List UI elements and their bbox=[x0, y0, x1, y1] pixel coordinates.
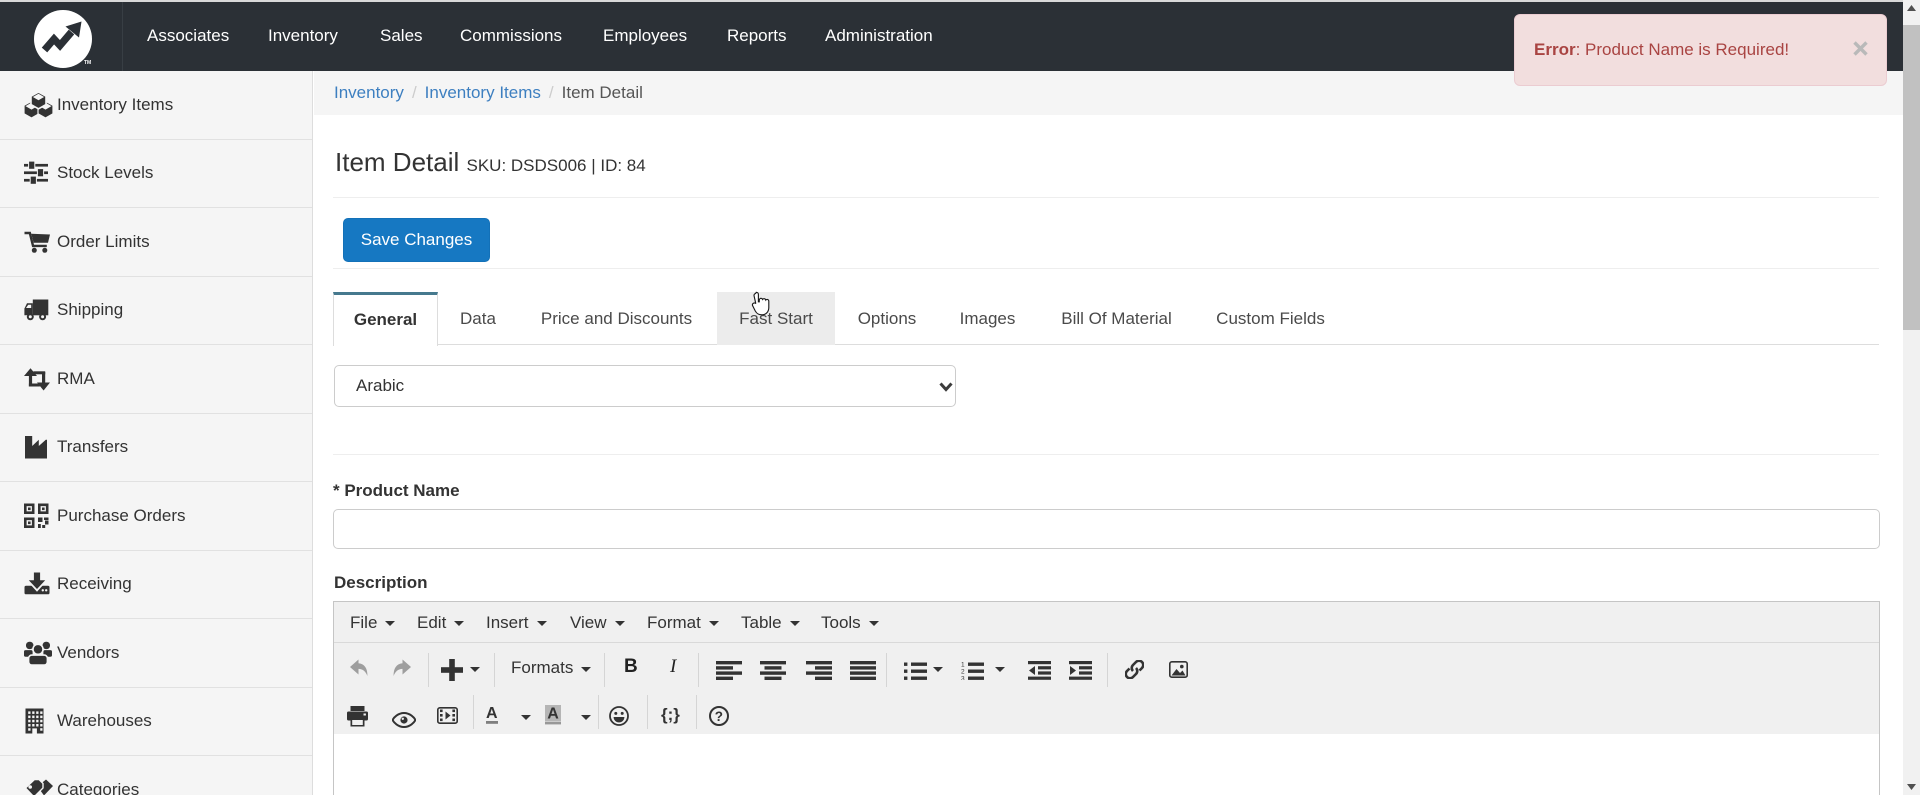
svg-text:A: A bbox=[547, 706, 559, 723]
svg-text:1: 1 bbox=[961, 662, 965, 669]
svg-text:?: ? bbox=[715, 709, 723, 724]
svg-text:A: A bbox=[486, 705, 498, 722]
svg-text:2: 2 bbox=[961, 669, 965, 676]
svg-text:3: 3 bbox=[961, 676, 965, 681]
